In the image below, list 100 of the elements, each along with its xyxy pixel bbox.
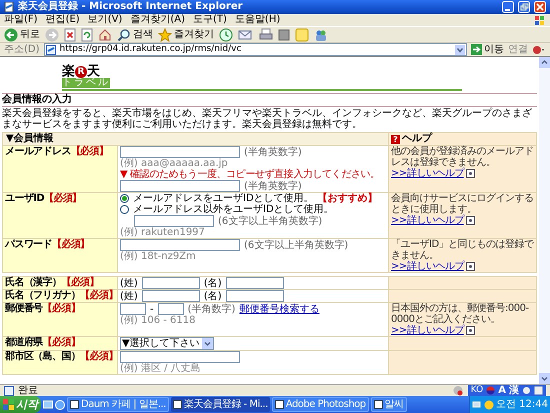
help-link[interactable]: >>詳しいヘルプ [391, 325, 464, 336]
refresh-icon[interactable] [81, 28, 93, 42]
field-text: (名) [204, 278, 222, 288]
help-link[interactable]: >>詳しいヘルプ [391, 261, 464, 272]
address-label: 주소(D) [4, 44, 40, 56]
hanja-mode[interactable]: 漢 [509, 385, 519, 396]
go-arrow-icon [471, 44, 482, 55]
home-icon[interactable] [98, 28, 112, 42]
help-text: 会員向けサービスにログインするときに使用します。 [391, 193, 534, 215]
postal-search-link[interactable]: 郵便番号検索する [239, 304, 320, 314]
help-link[interactable]: >>詳しいヘルプ [391, 168, 464, 179]
stop-icon[interactable] [64, 28, 76, 42]
scrollbar[interactable] [539, 57, 550, 384]
taskbar-button[interactable]: Adobe Photoshop [272, 397, 369, 412]
help-header: ヘルプ [402, 133, 432, 145]
input-mode[interactable]: A [498, 385, 506, 396]
menu-item[interactable]: 도움말(H) [234, 14, 280, 26]
example-text: (例) 18t-nz9Zm [120, 251, 196, 262]
page-icon [4, 386, 14, 396]
desktop-icon[interactable] [43, 400, 53, 410]
scroll-down-icon [539, 373, 550, 384]
radio-label: メールアドレスをユーザIDとして使用。 [133, 193, 314, 204]
menu-item[interactable]: 편집(E) [46, 14, 80, 26]
field-label: 郵便番号【必須】 [3, 303, 117, 336]
field-text: (姓) [120, 278, 138, 288]
input-field[interactable] [226, 277, 284, 289]
messenger-icon[interactable] [314, 28, 328, 42]
input-field[interactable] [120, 303, 146, 315]
help-link[interactable]: >>詳しいヘルプ [391, 215, 464, 226]
radio-button[interactable] [120, 205, 129, 214]
input-field[interactable] [142, 290, 200, 302]
page-icon [46, 44, 56, 54]
field-label: 都道府県【必須】 [3, 337, 117, 350]
menu-item[interactable]: 파일(F) [4, 14, 38, 26]
menu-item[interactable]: 즐겨찾기(A) [130, 14, 185, 26]
field-text: (名) [204, 290, 222, 302]
scroll-up-icon [539, 57, 550, 68]
field-label: 氏名（フリガナ）【必須】 [3, 290, 117, 302]
status-text: 완료 [18, 384, 39, 396]
taskbar-button[interactable]: Daum 카페 | 일본... [67, 397, 169, 412]
example-text: (例) rakuten1997 [120, 227, 205, 238]
taskbar-button[interactable]: 알씨 [370, 397, 407, 412]
menu-item[interactable]: 보기(V) [88, 14, 122, 26]
help-text: 他の会員が登録済みのメールアドレスは登録できません。 [391, 146, 534, 168]
page-icon [4, 2, 14, 12]
input-field[interactable] [120, 180, 240, 192]
section-title: 会員情報の入力 [2, 93, 537, 107]
field-text: (姓) [120, 290, 138, 302]
close-icon[interactable] [534, 1, 546, 13]
taskbar-button[interactable]: 楽天会員登録 - Mi... [170, 397, 270, 412]
intro-text: 楽天会員登録をすると、楽天市場をはじめ、楽天フリマや楽天トラベル、インフォシークなど、楽天グループのさまざまなサービスをますます便利にご利用いただけます。楽天会員登録は無料です。 [2, 108, 533, 130]
window-icon [70, 400, 79, 409]
example-text: (例) 港区 / 八丈島 [120, 363, 201, 374]
address-field[interactable]: https://grp04.id.rakuten.co.jp/rms/nid/vc [44, 43, 467, 56]
field-label: 氏名（漢字）【必須】 [3, 277, 117, 289]
printer-icon[interactable] [259, 28, 273, 42]
mail-icon[interactable] [238, 28, 254, 42]
example-text: (例) 106 - 6118 [120, 315, 196, 326]
hint-text: (半角英数字) [244, 146, 302, 158]
input-field[interactable] [134, 215, 214, 227]
dropdown-arrow-icon [455, 44, 465, 54]
input-field[interactable] [120, 351, 240, 363]
minimize-icon[interactable] [502, 1, 514, 13]
back-button[interactable]: 뒤로 [4, 28, 40, 42]
logo-text: 楽 [62, 65, 75, 78]
example-text: (例) aaa@aaaaa.aa.jp [120, 158, 228, 169]
logo-text: 天 [87, 65, 100, 78]
search-button[interactable]: 검색 [117, 28, 153, 42]
korea-flag-icon [486, 386, 496, 395]
field-text: - [150, 304, 154, 314]
menu-item[interactable]: 도구(T) [193, 14, 227, 26]
logo-badge: R [75, 66, 87, 78]
search-icon [117, 28, 131, 42]
warning-text: ▼ 確認のためもう一度、コピーせず直接入力してください。 [120, 169, 380, 180]
go-button[interactable]: 이동 [471, 44, 504, 56]
recommended-label: 【おすすめ】 [318, 193, 378, 204]
input-field[interactable] [120, 146, 240, 158]
window-icon [172, 400, 182, 409]
radio-button[interactable] [120, 194, 129, 203]
help-text: 「ユーザID」と同じものは登録できません。 [391, 239, 534, 261]
favorites-button[interactable]: 즐겨찾기 [158, 28, 214, 42]
hint-text: (半角英数字) [244, 180, 302, 192]
history-icon[interactable] [219, 28, 233, 42]
help-icon: ? [391, 134, 400, 144]
radio-label: メールアドレス以外をユーザIDとして使用。 [133, 204, 334, 215]
hint-text: (6文字以上半角英数字) [218, 216, 322, 226]
note-icon[interactable] [295, 28, 309, 42]
input-field[interactable] [120, 239, 240, 251]
security-icon [452, 385, 464, 396]
toolbar-options-icon[interactable] [532, 44, 546, 56]
restore-icon[interactable] [518, 1, 530, 13]
input-field[interactable] [226, 290, 284, 302]
window-icon [274, 400, 284, 409]
prefecture-select[interactable]: ▼選択して下さい [120, 337, 214, 350]
windows-flag-icon [534, 14, 546, 26]
field-label: ユーザID【必須】 [3, 193, 117, 238]
input-field[interactable] [158, 303, 184, 315]
hint-text: (半角数字) [188, 304, 236, 314]
language-code[interactable]: KO [470, 385, 484, 396]
input-field[interactable] [142, 277, 200, 289]
